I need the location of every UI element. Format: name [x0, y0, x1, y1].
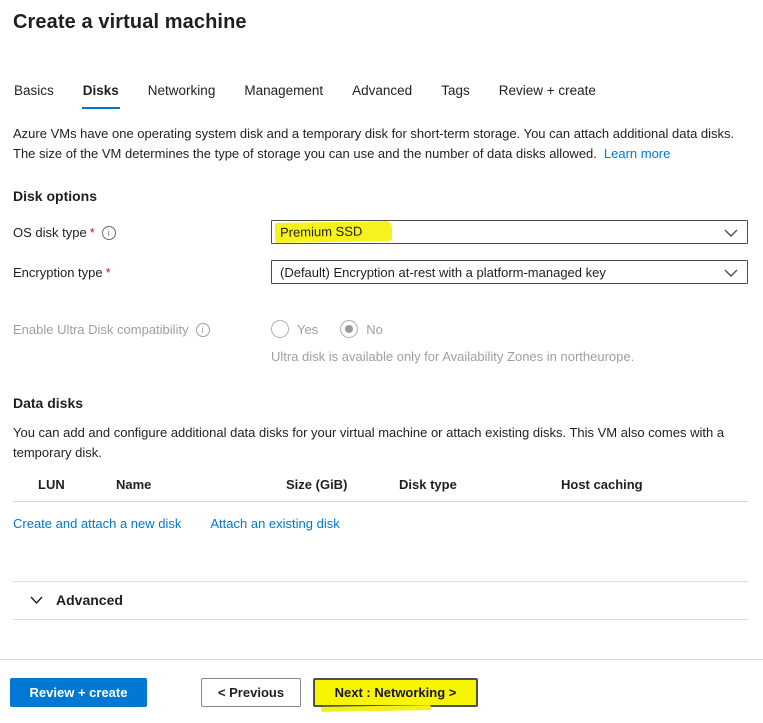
os-disk-type-row: OS disk type* i Premium SSD	[13, 220, 748, 244]
ultra-disk-row: Enable Ultra Disk compatibility i Yes No…	[13, 317, 748, 364]
tab-tags[interactable]: Tags	[440, 83, 471, 109]
encryption-type-label: Encryption type*	[13, 265, 111, 280]
tab-basics[interactable]: Basics	[13, 83, 55, 109]
page-title: Create a virtual machine	[13, 11, 748, 34]
advanced-label: Advanced	[56, 592, 123, 608]
column-header-host-caching: Host caching	[561, 477, 748, 492]
column-header-disk-type: Disk type	[399, 477, 561, 492]
required-asterisk: *	[90, 225, 95, 240]
create-attach-new-disk-link[interactable]: Create and attach a new disk	[13, 516, 181, 531]
radio-no-label: No	[366, 322, 383, 337]
highlight-streak	[321, 705, 431, 712]
data-disk-links: Create and attach a new disk Attach an e…	[13, 516, 748, 531]
os-disk-type-label: OS disk type*	[13, 225, 95, 240]
table-header-divider	[13, 501, 748, 502]
chevron-down-icon	[724, 229, 738, 237]
intro-text: Azure VMs have one operating system disk…	[13, 124, 748, 164]
info-icon[interactable]: i	[196, 323, 210, 337]
column-header-size: Size (GiB)	[286, 477, 399, 492]
tab-management[interactable]: Management	[243, 83, 324, 109]
encryption-type-label-group: Encryption type*	[13, 260, 271, 280]
radio-yes[interactable]: Yes	[271, 320, 318, 338]
create-vm-page: Create a virtual machine Basics Disks Ne…	[0, 0, 763, 723]
disk-options-heading: Disk options	[13, 188, 748, 204]
tab-networking[interactable]: Networking	[147, 83, 217, 109]
wizard-footer: Review + create < Previous Next : Networ…	[0, 659, 763, 723]
radio-circle-icon-checked	[340, 320, 358, 338]
previous-button[interactable]: < Previous	[201, 678, 301, 707]
column-header-lun: LUN	[38, 477, 116, 492]
chevron-down-icon	[30, 596, 43, 604]
radio-yes-label: Yes	[297, 322, 318, 337]
radio-no[interactable]: No	[340, 320, 383, 338]
info-icon[interactable]: i	[102, 226, 116, 240]
tab-advanced[interactable]: Advanced	[351, 83, 413, 109]
chevron-down-icon	[724, 269, 738, 277]
next-button-label: Next : Networking >	[335, 685, 457, 700]
attach-existing-disk-link[interactable]: Attach an existing disk	[210, 516, 339, 531]
ultra-disk-label-group: Enable Ultra Disk compatibility i	[13, 317, 271, 337]
data-disks-description: You can add and configure additional dat…	[13, 423, 748, 463]
tab-bar: Basics Disks Networking Management Advan…	[13, 83, 748, 109]
column-header-name: Name	[116, 477, 286, 492]
learn-more-link[interactable]: Learn more	[604, 146, 670, 161]
encryption-type-dropdown[interactable]: (Default) Encryption at-rest with a plat…	[271, 260, 748, 284]
data-disks-table-header: LUN Name Size (GiB) Disk type Host cachi…	[13, 477, 748, 492]
ultra-disk-radio-group: Yes No	[271, 317, 748, 338]
encryption-type-row: Encryption type* (Default) Encryption at…	[13, 260, 748, 284]
ultra-disk-helper-text: Ultra disk is available only for Availab…	[271, 349, 748, 364]
review-create-button[interactable]: Review + create	[10, 678, 147, 707]
advanced-expander[interactable]: Advanced	[13, 582, 748, 619]
data-disks-heading: Data disks	[13, 395, 748, 411]
next-networking-button[interactable]: Next : Networking >	[313, 678, 478, 707]
tab-disks[interactable]: Disks	[82, 83, 120, 109]
ultra-disk-label: Enable Ultra Disk compatibility	[13, 322, 189, 337]
os-disk-type-dropdown[interactable]: Premium SSD	[271, 220, 748, 244]
tab-review-create[interactable]: Review + create	[498, 83, 597, 109]
advanced-section: Advanced	[13, 581, 748, 620]
os-disk-type-value: Premium SSD	[275, 221, 393, 243]
os-disk-type-label-group: OS disk type* i	[13, 220, 271, 240]
radio-circle-icon	[271, 320, 289, 338]
required-asterisk: *	[106, 265, 111, 280]
encryption-type-value: (Default) Encryption at-rest with a plat…	[280, 265, 606, 280]
